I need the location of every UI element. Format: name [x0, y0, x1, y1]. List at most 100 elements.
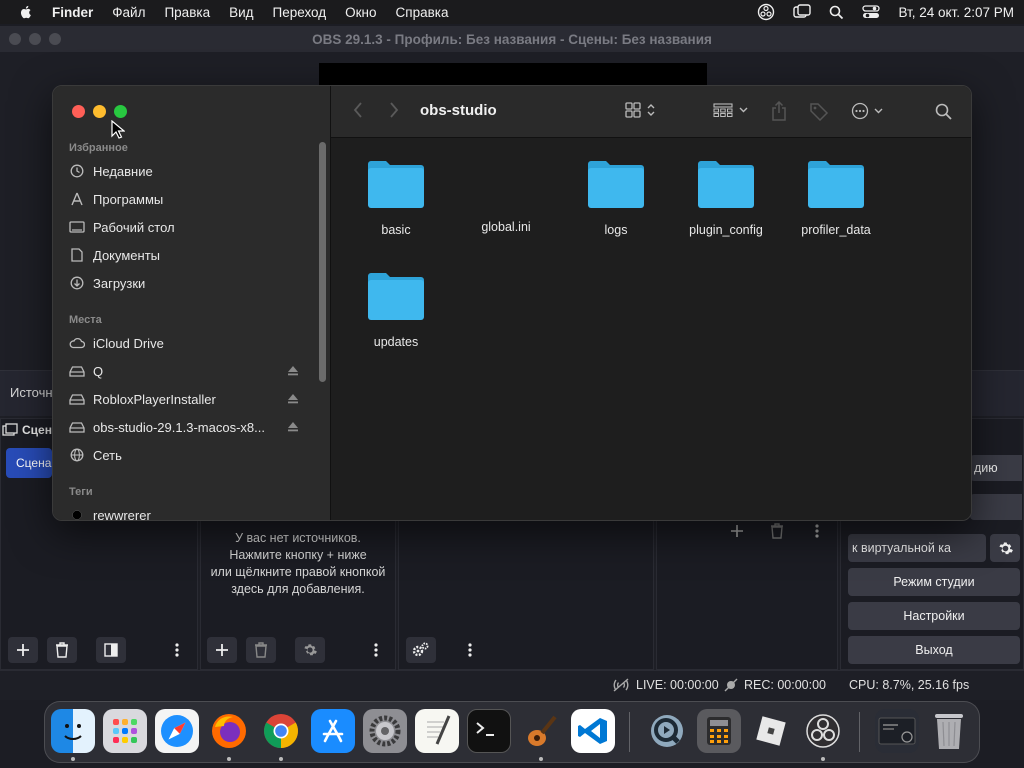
sidebar-item-drive-q[interactable]: Q: [69, 360, 299, 382]
sidebar-item-tag[interactable]: rewwrerer: [69, 504, 299, 520]
dock-finder[interactable]: [51, 709, 95, 753]
settings-button[interactable]: Настройки: [848, 602, 1020, 630]
view-mode-button[interactable]: [625, 102, 655, 118]
sidebar-item-documents[interactable]: Документы: [69, 244, 299, 266]
menu-edit[interactable]: Правка: [164, 5, 210, 20]
remove-scene-button[interactable]: [47, 637, 77, 663]
dock-app-store[interactable]: [311, 709, 355, 753]
scene-filters-button[interactable]: [96, 637, 126, 663]
source-menu-button[interactable]: [361, 637, 391, 663]
sidebar-item-desktop[interactable]: Рабочий стол: [69, 216, 299, 238]
virtual-camera-settings-button[interactable]: [990, 534, 1020, 562]
back-button[interactable]: [353, 101, 363, 119]
dock-launchpad[interactable]: [103, 709, 147, 753]
finder-zoom-button[interactable]: [114, 105, 127, 118]
dock-system-settings[interactable]: [363, 709, 407, 753]
sidebar-item-applications[interactable]: Программы: [69, 188, 299, 210]
sidebar-item-obs-dmg[interactable]: obs-studio-29.1.3-macos-x8...: [69, 416, 299, 438]
add-scene-button[interactable]: [8, 637, 38, 663]
source-properties-button[interactable]: [295, 637, 325, 663]
mixer-menu-button[interactable]: [455, 637, 485, 663]
file-item-global-ini[interactable]: global.ini: [451, 158, 561, 234]
dock-quicktime[interactable]: [645, 709, 689, 753]
spotlight-search-icon[interactable]: [829, 5, 844, 20]
dock-safari[interactable]: [155, 709, 199, 753]
chevron-down-icon: [739, 107, 748, 113]
chevron-left-icon: [353, 102, 362, 118]
dock-obs[interactable]: [801, 709, 845, 753]
add-transition-button[interactable]: [722, 518, 752, 544]
obs-traffic-lights: [9, 33, 61, 45]
obs-preview-canvas[interactable]: [319, 63, 707, 87]
apple-logo-icon[interactable]: [18, 4, 34, 20]
sidebar-item-recents[interactable]: Недавние: [69, 160, 299, 182]
studio-mode-button[interactable]: Режим студии: [848, 568, 1020, 596]
trash-icon: [255, 642, 267, 658]
apps-icon: [69, 191, 85, 207]
sidebar-scrollbar[interactable]: [319, 142, 326, 382]
eject-icon[interactable]: [287, 364, 299, 379]
obs-zoom-button[interactable]: [49, 33, 61, 45]
eject-icon[interactable]: [287, 392, 299, 407]
folder-item-basic[interactable]: basic: [341, 158, 451, 237]
scenes-tab[interactable]: Сцен: [0, 418, 52, 442]
menu-view[interactable]: Вид: [229, 5, 253, 20]
cloud-icon: [69, 335, 85, 351]
dock-vscode[interactable]: [571, 709, 615, 753]
exit-button[interactable]: Выход: [848, 636, 1020, 664]
dock-trash[interactable]: [927, 709, 971, 753]
sidebar-item-network[interactable]: Сеть: [69, 444, 299, 466]
menu-window[interactable]: Окно: [345, 5, 376, 20]
macos-dock: [44, 701, 980, 763]
control-center-icon[interactable]: [862, 4, 881, 20]
menu-app-name[interactable]: Finder: [52, 5, 93, 20]
remove-transition-button[interactable]: [762, 518, 792, 544]
dock-textedit[interactable]: [415, 709, 459, 753]
menu-help[interactable]: Справка: [396, 5, 449, 20]
advanced-audio-button[interactable]: [406, 637, 436, 663]
folder-item-logs[interactable]: logs: [561, 158, 671, 237]
sidebar-item-label: Документы: [93, 247, 161, 263]
dock-garageband[interactable]: [519, 709, 563, 753]
obs-close-button[interactable]: [9, 33, 21, 45]
dock-terminal[interactable]: [467, 709, 511, 753]
action-menu-button[interactable]: [851, 102, 883, 120]
folder-item-updates[interactable]: updates: [341, 270, 451, 349]
network-icon: [69, 447, 85, 463]
quicktime-icon: [651, 715, 683, 747]
menu-clock[interactable]: Вт, 24 окт. 2:07 PM: [898, 5, 1014, 20]
obs-minimize-button[interactable]: [29, 33, 41, 45]
obs-status-icon[interactable]: [757, 3, 775, 21]
eject-icon[interactable]: [287, 420, 299, 435]
remove-source-button[interactable]: [246, 637, 276, 663]
start-virtual-camera-button[interactable]: к виртуальной ка: [848, 534, 986, 562]
controls-partial-button[interactable]: [970, 494, 1022, 520]
dock-firefox[interactable]: [207, 709, 251, 753]
tag-button[interactable]: [809, 101, 829, 121]
dock-chrome[interactable]: [259, 709, 303, 753]
finder-minimize-button[interactable]: [93, 105, 106, 118]
sidebar-item-label: RobloxPlayerInstaller: [93, 391, 216, 407]
folder-icon: [698, 161, 754, 208]
sidebar-item-icloud-drive[interactable]: iCloud Drive: [69, 332, 299, 354]
add-source-button[interactable]: [207, 637, 237, 663]
scene-menu-button[interactable]: [162, 637, 192, 663]
folder-item-plugin-config[interactable]: plugin_config: [671, 158, 781, 237]
share-button[interactable]: [771, 101, 787, 121]
transition-menu-button[interactable]: [802, 518, 832, 544]
folder-item-profiler-data[interactable]: profiler_data: [781, 158, 891, 237]
scene-list-item[interactable]: Сцена: [6, 448, 52, 478]
sidebar-item-downloads[interactable]: Загрузки: [69, 272, 299, 294]
dock-roblox[interactable]: [749, 709, 793, 753]
menu-go[interactable]: Переход: [273, 5, 327, 20]
screen-mirroring-icon[interactable]: [793, 4, 812, 20]
start-recording-button[interactable]: дию: [970, 455, 1022, 481]
menu-file[interactable]: Файл: [112, 5, 145, 20]
dock-calculator[interactable]: [697, 709, 741, 753]
finder-search-button[interactable]: [935, 103, 952, 120]
finder-close-button[interactable]: [72, 105, 85, 118]
dock-recent-window[interactable]: [875, 709, 919, 753]
group-by-button[interactable]: [713, 103, 748, 117]
forward-button[interactable]: [389, 101, 399, 119]
sidebar-item-roblox-installer[interactable]: RobloxPlayerInstaller: [69, 388, 299, 410]
